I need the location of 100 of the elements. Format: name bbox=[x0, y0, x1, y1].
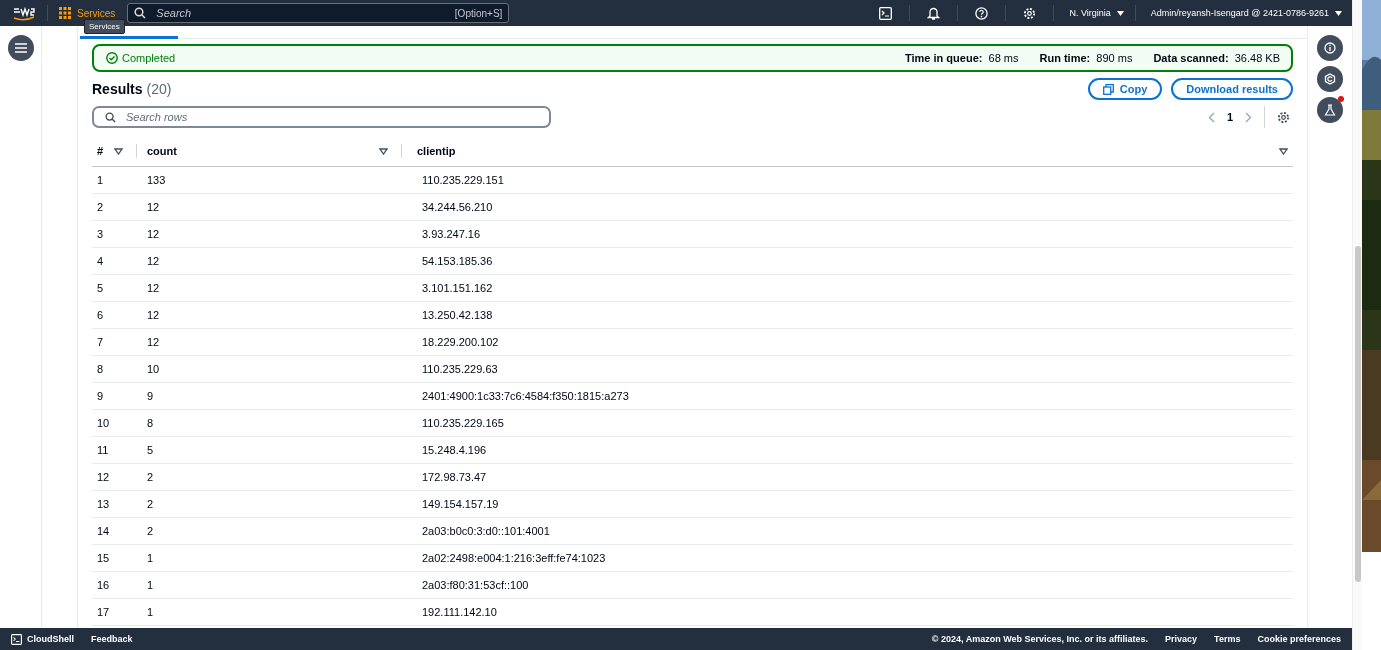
table-cell: 7 bbox=[97, 336, 104, 348]
column-header[interactable]: clientip bbox=[417, 145, 456, 157]
table-cell: 9 bbox=[147, 390, 154, 402]
table-cell: 2a03:b0c0:3:d0::101:4001 bbox=[422, 525, 550, 537]
caret-icon[interactable] bbox=[1116, 10, 1124, 16]
sort-icon[interactable] bbox=[379, 147, 388, 155]
table-cell: 12 bbox=[147, 309, 160, 321]
footer-link[interactable]: Privacy bbox=[1165, 634, 1198, 644]
table-cell: 3 bbox=[97, 228, 104, 240]
table-cell: 1 bbox=[147, 552, 154, 564]
table-cell: 11 bbox=[97, 444, 109, 456]
shortcut-hint: [Option+S] bbox=[454, 7, 503, 19]
column-header[interactable]: # bbox=[97, 145, 104, 157]
table-cell: 12 bbox=[97, 471, 110, 483]
column-header[interactable]: count bbox=[147, 145, 177, 157]
flask-icon bbox=[1324, 104, 1336, 116]
notification-dot bbox=[1338, 96, 1344, 102]
notifications-icon[interactable] bbox=[927, 6, 941, 20]
table-cell: 2 bbox=[97, 201, 104, 213]
table-cell: 9 bbox=[97, 390, 104, 402]
copy-icon bbox=[1102, 83, 1114, 95]
metric-text: Time in queue: 68 ms bbox=[905, 52, 1019, 64]
terminal-icon[interactable] bbox=[879, 6, 893, 20]
feedback-link[interactable]: Feedback bbox=[91, 634, 133, 644]
cloudshell-link[interactable]: CloudShell bbox=[11, 633, 74, 645]
table-cell: 110.235.229.165 bbox=[422, 417, 504, 429]
table-cell: 172.98.73.47 bbox=[422, 471, 487, 483]
results-heading: Results (20) bbox=[92, 81, 172, 97]
table-cell: 5 bbox=[97, 282, 104, 294]
table-cell: 16 bbox=[97, 579, 110, 591]
table-cell: 1 bbox=[147, 606, 154, 618]
table-cell: 1 bbox=[147, 579, 154, 591]
table-cell: 133 bbox=[147, 174, 166, 186]
copyright-text: © 2024, Amazon Web Services, Inc. or its affiliates. bbox=[931, 634, 1149, 644]
table-cell: 1 bbox=[97, 174, 104, 186]
table-cell: 149.154.157.19 bbox=[422, 498, 499, 510]
table-cell: 2 bbox=[147, 471, 154, 483]
table-cell: 5 bbox=[147, 444, 154, 456]
table-cell: 110.235.229.151 bbox=[422, 174, 504, 186]
info-icon bbox=[1324, 42, 1336, 54]
table-cell: 8 bbox=[97, 363, 104, 375]
table-cell: 12 bbox=[147, 228, 160, 240]
table-cell: 10 bbox=[147, 363, 160, 375]
search-box[interactable]: Search rows bbox=[92, 106, 551, 128]
table-cell: 2 bbox=[147, 525, 154, 537]
table-cell: 192.111.142.10 bbox=[422, 606, 497, 618]
table-cell: 8 bbox=[147, 417, 154, 429]
aws-logo-icon[interactable] bbox=[12, 5, 36, 21]
account-menu[interactable]: Admin/reyansh-Isengard @ 2421-0786-9261 bbox=[1146, 8, 1333, 18]
table-cell: 12 bbox=[147, 201, 160, 213]
table-cell: 54.153.185.36 bbox=[422, 255, 493, 267]
table-cell: 14 bbox=[97, 525, 110, 537]
table-cell: 2a03:f80:31:53cf::100 bbox=[422, 579, 529, 591]
table-cell: 2 bbox=[147, 498, 154, 510]
footer-link[interactable]: Terms bbox=[1214, 634, 1241, 644]
page-number[interactable]: 1 bbox=[1226, 111, 1233, 123]
sort-icon[interactable] bbox=[1279, 147, 1288, 155]
table-cell: 3.101.151.162 bbox=[422, 282, 493, 294]
footer-link[interactable]: Cookie preferences bbox=[1257, 634, 1341, 644]
metric-text: Data scanned: 36.48 KB bbox=[1153, 52, 1280, 64]
status-label: Completed bbox=[106, 52, 176, 64]
caret-icon[interactable] bbox=[1335, 10, 1342, 16]
services-menu-button[interactable]: Services bbox=[59, 7, 116, 19]
table-cell: 2401:4900:1c33:7c6:4584:f350:1815:a273 bbox=[422, 390, 629, 402]
search-icon bbox=[105, 111, 116, 123]
help-icon[interactable] bbox=[975, 6, 989, 20]
table-cell: 3.93.247.16 bbox=[422, 228, 481, 240]
sort-icon[interactable] bbox=[114, 147, 123, 155]
table-cell: 4 bbox=[97, 255, 104, 267]
download-results-button[interactable]: Download results bbox=[1171, 78, 1293, 100]
table-cell: 2a02:2498:e004:1:216:3eff:fe74:1023 bbox=[422, 552, 606, 564]
table-cell: 12 bbox=[147, 282, 160, 294]
table-cell: 6 bbox=[97, 309, 104, 321]
search-rows-field[interactable]: Search rows bbox=[124, 110, 538, 124]
table-cell: 18.229.200.102 bbox=[422, 336, 499, 348]
search-bar[interactable]: Search [Option+S] bbox=[127, 3, 510, 23]
tooltip: Services bbox=[84, 19, 125, 34]
copy-button[interactable]: Copy bbox=[1087, 78, 1163, 100]
table-cell: 34.244.56.210 bbox=[422, 201, 493, 213]
table-cell: 10 bbox=[97, 417, 110, 429]
flask-button[interactable] bbox=[1317, 97, 1343, 123]
table-cell: 15 bbox=[97, 552, 110, 564]
info-button[interactable] bbox=[1317, 35, 1343, 61]
metric-text: Run time: 890 ms bbox=[1039, 52, 1133, 64]
check-circle-icon bbox=[106, 52, 118, 64]
terminal-icon bbox=[11, 633, 22, 645]
table-cell: 13.250.42.138 bbox=[422, 309, 493, 321]
menu-icon[interactable] bbox=[7, 35, 34, 61]
hexagon-icon bbox=[1324, 73, 1336, 85]
table-cell: 12 bbox=[147, 255, 160, 267]
region-selector[interactable]: N. Virginia bbox=[1065, 8, 1115, 18]
settings-icon[interactable] bbox=[1277, 110, 1290, 124]
global-search-field[interactable]: Search bbox=[154, 6, 447, 20]
grid-icon[interactable] bbox=[59, 7, 71, 19]
refresh-button[interactable] bbox=[1317, 66, 1343, 92]
scrollbar-thumb[interactable] bbox=[1355, 246, 1361, 582]
table-cell: 13 bbox=[97, 498, 110, 510]
table-cell: 17 bbox=[97, 606, 110, 618]
search-icon bbox=[134, 7, 147, 19]
table-cell: 15.248.4.196 bbox=[422, 444, 487, 456]
